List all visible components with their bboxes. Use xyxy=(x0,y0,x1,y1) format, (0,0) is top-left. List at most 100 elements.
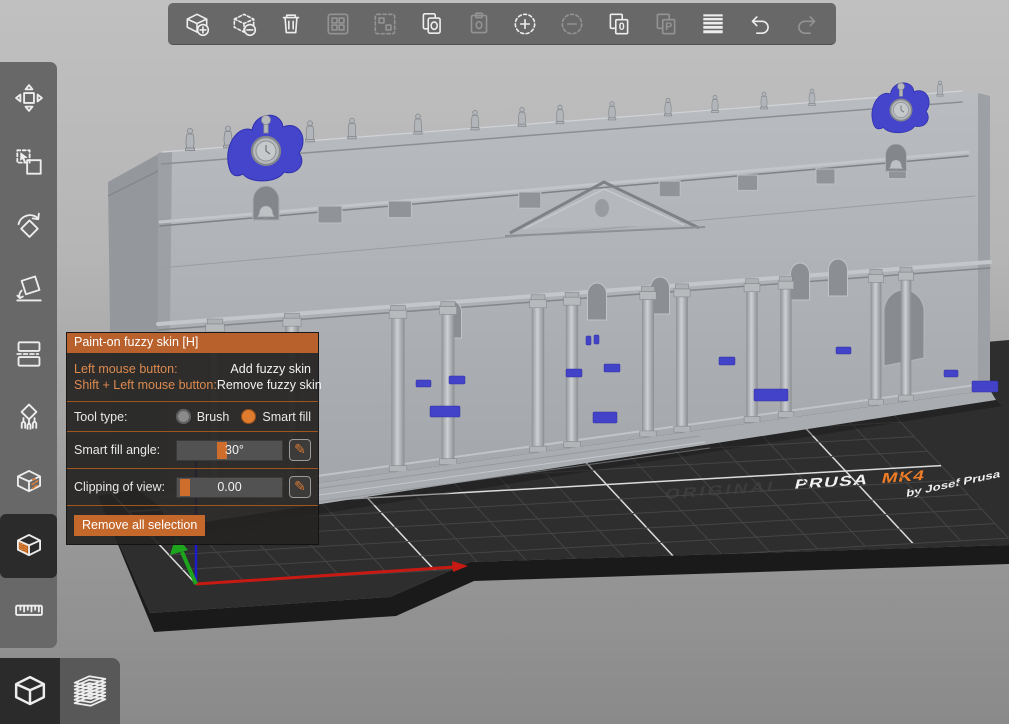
model-statue xyxy=(607,101,617,121)
model-fuzzy-patch xyxy=(835,346,852,355)
model-fuzzy-patch xyxy=(415,379,432,388)
model-bell-right xyxy=(885,143,907,172)
model-fuzzy-patch xyxy=(429,405,461,418)
add-object-button[interactable] xyxy=(180,7,214,41)
model-statue xyxy=(517,107,527,127)
model-fuzzy-patch xyxy=(718,356,736,366)
model-column-base xyxy=(743,416,761,423)
model-column-capital xyxy=(440,301,456,307)
edit-icon[interactable]: ✎ xyxy=(289,476,311,498)
edit-icon[interactable]: ✎ xyxy=(289,439,311,461)
panel-shortcuts: Left mouse button: Add fuzzy skin Shift … xyxy=(67,357,322,398)
model-column-capital xyxy=(439,306,457,315)
clipping-of-view-slider[interactable]: 0.00 xyxy=(176,476,283,498)
model-column xyxy=(870,282,882,406)
model-fuzzy-patch xyxy=(603,363,621,373)
model-column-capital xyxy=(388,309,408,319)
model-fuzzy-patch xyxy=(592,411,618,424)
radio-brush[interactable] xyxy=(175,409,191,424)
model-column-capital xyxy=(899,266,913,273)
copy-button[interactable] xyxy=(415,7,449,41)
shortcut-label: Shift + Left mouse button: xyxy=(74,378,217,392)
model-fuzzy-patch xyxy=(585,335,592,346)
top-toolbar: 0 P xyxy=(168,3,836,45)
clipping-of-view-label: Clipping of view: xyxy=(74,480,166,494)
layers-stack-icon xyxy=(73,675,107,707)
model-column-capital xyxy=(673,288,691,298)
model-column-capital xyxy=(530,294,546,301)
model-attic-window xyxy=(518,191,542,209)
model-column-capital xyxy=(390,304,406,311)
smart-fill-angle-label: Smart fill angle: xyxy=(74,443,161,457)
tool-measure[interactable] xyxy=(0,578,57,642)
model-column-capital xyxy=(641,286,655,292)
fuzzy-skin-panel: Paint-on fuzzy skin [H] Left mouse butto… xyxy=(66,332,322,545)
variable-layer-height-button[interactable] xyxy=(696,7,730,41)
panel-separator xyxy=(67,431,318,432)
view-sliced-preview-button[interactable] xyxy=(60,658,120,724)
split-to-parts-button: P xyxy=(649,7,683,41)
shortcut-label: Left mouse button: xyxy=(74,362,178,376)
model-column xyxy=(900,279,912,402)
model-column-capital xyxy=(284,312,300,319)
model-column-capital xyxy=(745,278,759,285)
model-column xyxy=(391,317,405,472)
model-statue xyxy=(808,88,816,106)
model-column-capital xyxy=(675,283,689,290)
tool-seam-painting[interactable] xyxy=(0,450,57,514)
model-column-capital xyxy=(563,296,581,306)
model-column-base xyxy=(529,445,547,453)
model-column-capital xyxy=(743,283,761,293)
model-column-capital xyxy=(777,280,795,290)
model-column xyxy=(531,307,545,453)
model-column-capital xyxy=(564,291,580,298)
model-attic-window xyxy=(815,168,836,185)
remove-all-selection-button[interactable]: Remove all selection xyxy=(74,515,206,536)
model-column-capital xyxy=(529,299,547,309)
panel-separator xyxy=(67,401,318,402)
split-to-objects-button[interactable]: 0 xyxy=(602,7,636,41)
model-statue xyxy=(305,120,315,143)
remove-instance-button xyxy=(555,7,589,41)
model-arched-window xyxy=(828,258,848,297)
model-attic-window xyxy=(317,205,343,224)
model-fuzzy-patch xyxy=(448,375,466,385)
model-arched-window xyxy=(587,282,607,321)
model-column-base xyxy=(439,458,457,465)
model-column-base xyxy=(639,430,657,438)
model-attic-window xyxy=(658,180,681,198)
model-attic-window xyxy=(737,174,759,191)
radio-smart-fill-label[interactable]: Smart fill xyxy=(262,410,311,424)
tool-paint-on-fuzzy-skin[interactable] xyxy=(0,514,57,578)
radio-brush-label[interactable]: Brush xyxy=(197,410,230,424)
tool-place-on-face[interactable] xyxy=(0,258,57,322)
tool-move[interactable] xyxy=(0,66,57,130)
smart-fill-angle-slider[interactable]: 30° xyxy=(176,439,283,461)
model-column xyxy=(441,314,455,465)
radio-smart-fill[interactable] xyxy=(241,409,257,424)
shortcut-action: Add fuzzy skin xyxy=(230,362,311,376)
delete-all-button[interactable] xyxy=(274,7,308,41)
tool-scale[interactable] xyxy=(0,130,57,194)
delete-object-button[interactable] xyxy=(227,7,261,41)
tool-rotate[interactable] xyxy=(0,194,57,258)
model-clock-ornament-right xyxy=(871,82,930,134)
add-instance-button[interactable] xyxy=(508,7,542,41)
cube-3d-icon xyxy=(14,675,46,706)
tool-cut[interactable] xyxy=(0,322,57,386)
model-column-base xyxy=(868,398,884,406)
model-column-capital xyxy=(868,274,884,283)
model-column-capital xyxy=(869,269,883,275)
tool-paint-supports[interactable] xyxy=(0,386,57,450)
tool-type-label: Tool type: xyxy=(74,409,128,424)
model-column-base xyxy=(563,441,581,448)
model-column-base xyxy=(673,425,691,433)
redo-button xyxy=(790,7,824,41)
view-3d-editor-button[interactable] xyxy=(0,658,60,724)
model-statue xyxy=(936,80,944,97)
model-fuzzy-patch xyxy=(971,380,999,393)
svg-text:P: P xyxy=(665,21,672,33)
undo-button[interactable] xyxy=(743,7,777,41)
model-column-capital xyxy=(779,275,793,282)
model-fuzzy-patch xyxy=(593,334,600,345)
